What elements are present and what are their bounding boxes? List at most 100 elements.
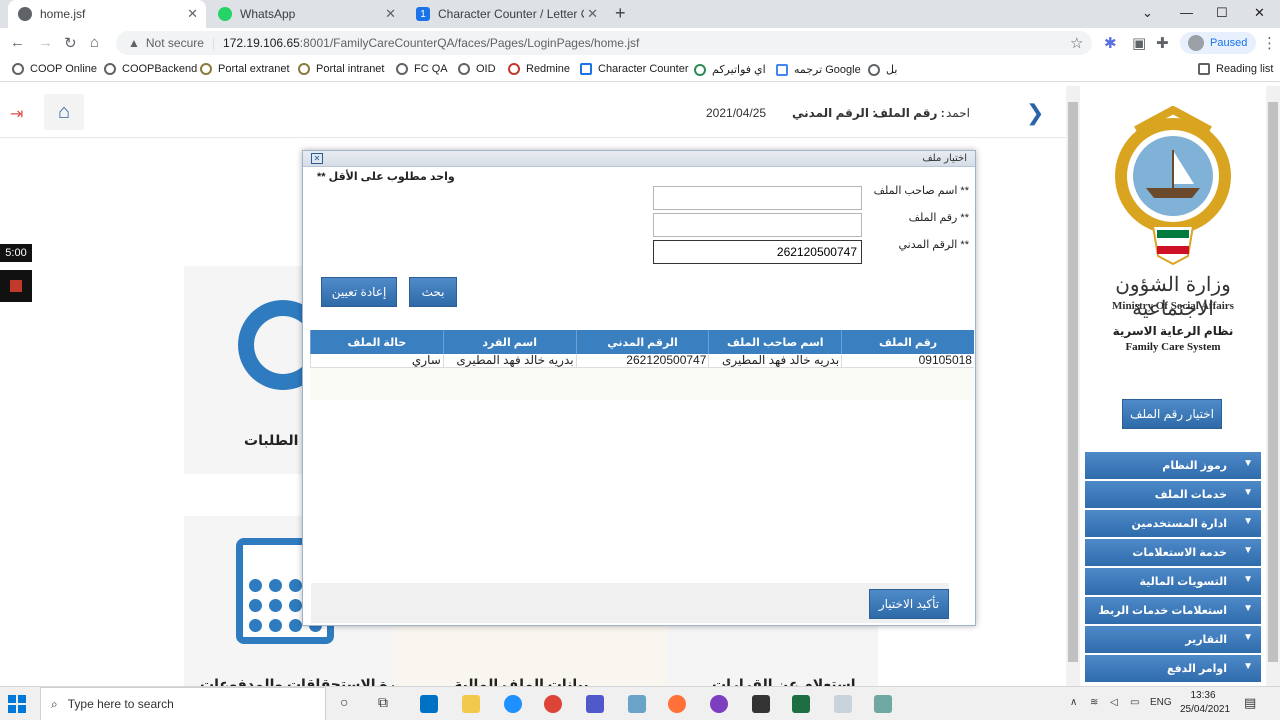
teams-icon[interactable] xyxy=(586,695,604,713)
bookmark-item[interactable]: Character Counter xyxy=(580,63,689,75)
pick-file-number-button[interactable]: اختيار رقم الملف xyxy=(1122,399,1222,429)
civil-id-input[interactable] xyxy=(653,240,862,264)
mail-icon[interactable] xyxy=(420,695,438,713)
chevron-up-icon[interactable]: ∧ xyxy=(1070,697,1077,708)
tab-home[interactable]: home.jsf ✕ xyxy=(8,0,206,28)
cortana-icon[interactable]: ○ xyxy=(340,694,348,710)
logout-icon[interactable]: ⇥ xyxy=(10,104,23,124)
taskbar-clock[interactable]: 13:36 25/04/2021 xyxy=(1180,689,1230,717)
app-icon[interactable] xyxy=(834,695,852,713)
file-explorer-icon[interactable] xyxy=(462,695,480,713)
maximize-icon[interactable]: ☐ xyxy=(1216,5,1228,21)
bookmark-item[interactable]: COOPBackend xyxy=(104,63,197,75)
owner-name-label: ** اسم صاحب الملف xyxy=(873,185,969,197)
bookmark-item[interactable]: Portal extranet xyxy=(200,63,290,75)
bookmark-item[interactable]: ترجمه Google xyxy=(776,63,861,76)
home-icon[interactable]: ⌂ xyxy=(90,34,99,51)
windows-start-icon[interactable] xyxy=(8,695,26,713)
bookmark-item[interactable]: بل xyxy=(868,63,897,76)
minimize-icon[interactable]: — xyxy=(1180,5,1193,20)
confirm-selection-button[interactable]: تأكيد الاختيار xyxy=(869,589,949,619)
globe-icon xyxy=(396,63,408,75)
back-icon[interactable]: ← xyxy=(10,34,25,51)
extension-icon[interactable]: ▣ xyxy=(1132,34,1146,52)
extensions-puzzle-icon[interactable]: ✚ xyxy=(1156,34,1169,52)
reset-button[interactable]: إعادة تعيين xyxy=(321,277,397,307)
sidebar-item-payment-orders[interactable]: اوامر الدفع ▼ xyxy=(1085,655,1261,682)
bookmark-item[interactable]: COOP Online xyxy=(12,63,97,75)
bookmark-item[interactable]: FC QA xyxy=(396,63,448,75)
volume-icon[interactable]: ◁ xyxy=(1110,697,1118,708)
sidebar-item-file-services[interactable]: خدمات الملف ▼ xyxy=(1085,481,1261,508)
portal-icon xyxy=(298,63,310,75)
app-icon[interactable] xyxy=(874,695,892,713)
search-icon: ⌕ xyxy=(51,696,58,711)
tab-whatsapp[interactable]: WhatsApp ✕ xyxy=(208,0,404,28)
tab-title: home.jsf xyxy=(40,7,86,21)
security-status: Not secure xyxy=(145,36,204,50)
bookmark-star-icon[interactable]: ☆ xyxy=(1070,34,1083,52)
page-scrollbar[interactable] xyxy=(1066,86,1080,686)
teamviewer-icon[interactable] xyxy=(504,695,522,713)
app-icon[interactable] xyxy=(710,695,728,713)
app-icon[interactable] xyxy=(628,695,646,713)
new-tab-icon[interactable]: + xyxy=(615,3,626,24)
close-icon[interactable]: ✕ xyxy=(311,153,323,164)
reload-icon[interactable]: ↻ xyxy=(64,34,77,52)
close-window-icon[interactable]: ✕ xyxy=(1254,5,1265,21)
column-header-civil-id[interactable]: الرقم المدني xyxy=(575,330,709,354)
extension-icon[interactable]: ✱ xyxy=(1104,34,1117,52)
file-number-label: ** رقم الملف xyxy=(908,212,969,224)
column-header-file-number[interactable]: رقم الملف xyxy=(841,330,974,354)
bookmark-item[interactable]: Portal intranet xyxy=(298,63,384,75)
search-button[interactable]: بحث xyxy=(409,277,457,307)
stop-recording-button[interactable] xyxy=(0,270,32,302)
close-icon[interactable]: ✕ xyxy=(587,6,598,22)
sidebar-item-inquiry-service[interactable]: خدمة الاستعلامات ▼ xyxy=(1085,539,1261,566)
owner-name-input[interactable] xyxy=(653,186,862,210)
home-icon: ⌂ xyxy=(57,100,71,123)
reading-list[interactable]: Reading list xyxy=(1198,63,1273,75)
globe-icon xyxy=(458,63,470,75)
sidebar-item-user-management[interactable]: ادارة المستخدمين ▼ xyxy=(1085,510,1261,537)
address-bar[interactable]: ▲ Not secure | 172.19.106.65 :8001/Famil… xyxy=(116,31,1092,55)
url-separator: | xyxy=(211,36,216,50)
profile-button[interactable]: Paused xyxy=(1180,32,1256,54)
language-indicator[interactable]: ENG xyxy=(1150,697,1172,708)
home-button[interactable]: ⌂ xyxy=(44,94,84,130)
bookmark-item[interactable]: OID xyxy=(458,63,496,75)
firefox-icon[interactable] xyxy=(668,695,686,713)
column-header-owner-name[interactable]: اسم صاحب الملف xyxy=(708,330,841,354)
file-number-input[interactable] xyxy=(653,213,862,237)
sidebar-item-link-services[interactable]: استعلامات خدمات الربط ▼ xyxy=(1085,597,1261,624)
sidebar-item-financial-settlements[interactable]: التسويات المالية ▼ xyxy=(1085,568,1261,595)
chrome-icon[interactable] xyxy=(544,695,562,713)
sidebar-scrollbar[interactable] xyxy=(1266,86,1280,686)
forward-icon[interactable]: → xyxy=(38,34,53,51)
bookmark-item[interactable]: اي فواتيركم xyxy=(694,63,766,76)
system-name-english: Family Care System xyxy=(1125,341,1221,353)
sidebar-item-system-codes[interactable]: رموز النظام ▼ xyxy=(1085,452,1261,479)
battery-icon[interactable]: ▭ xyxy=(1130,697,1139,708)
menu-kebab-icon[interactable]: ⋮ xyxy=(1262,34,1277,52)
bookmark-item[interactable]: Redmine xyxy=(508,63,570,75)
scrollbar-thumb[interactable] xyxy=(1068,102,1078,662)
column-header-member-name[interactable]: اسم الفرد xyxy=(442,330,576,354)
tab-search-icon[interactable]: ⌄ xyxy=(1142,5,1153,21)
taskbar-search-box[interactable]: ⌕ Type here to search xyxy=(40,687,326,720)
close-icon[interactable]: ✕ xyxy=(187,6,198,22)
wifi-icon[interactable]: ≋ xyxy=(1090,697,1098,708)
app-icon[interactable] xyxy=(752,695,770,713)
notification-icon[interactable]: ▤ xyxy=(1244,695,1256,711)
scrollbar-thumb[interactable] xyxy=(1268,102,1278,662)
tab-character-counter[interactable]: 1 Character Counter / Letter Count ✕ xyxy=(406,0,606,28)
table-row[interactable]: ساري بدريه خالد فهد المطيرى 262120500747… xyxy=(310,354,974,368)
avatar xyxy=(1188,35,1204,51)
close-icon[interactable]: ✕ xyxy=(385,6,396,22)
excel-icon[interactable] xyxy=(792,695,810,713)
chevron-right-icon[interactable]: ❯ xyxy=(1026,100,1044,126)
column-header-status[interactable]: حالة الملف xyxy=(310,330,443,354)
sidebar-item-reports[interactable]: التقارير ▼ xyxy=(1085,626,1261,653)
chevron-down-icon: ▼ xyxy=(1243,487,1253,498)
task-view-icon[interactable]: ⧉ xyxy=(378,694,388,711)
